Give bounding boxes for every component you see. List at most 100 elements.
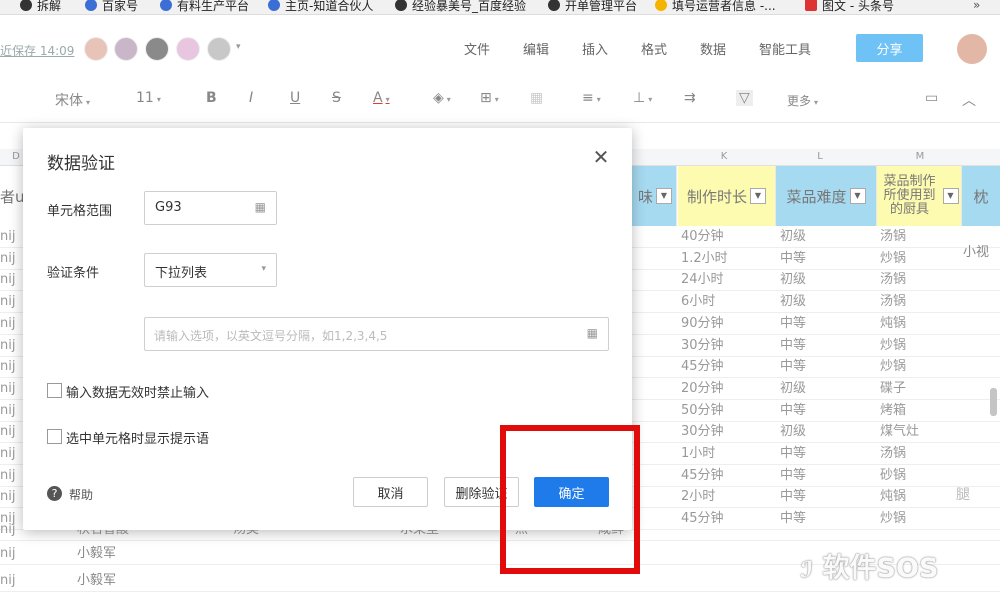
grid-cell[interactable]: nij — [0, 570, 15, 591]
bookmarks-overflow-icon[interactable]: » — [973, 0, 980, 14]
grid-cell[interactable]: 汤锅 — [880, 226, 906, 247]
grid-cell[interactable]: 汤锅 — [880, 443, 906, 464]
column-letter[interactable]: K — [714, 149, 734, 165]
grid-cell[interactable]: 1小时 — [681, 443, 715, 464]
grid-cell[interactable]: nij — [0, 248, 15, 269]
column-letter[interactable]: M — [910, 149, 930, 165]
grid-cell[interactable]: 初级 — [780, 269, 806, 290]
collaborator-avatar[interactable] — [145, 37, 169, 61]
bookmark-item[interactable]: 图文 - 头条号 — [805, 0, 894, 14]
grid-cell[interactable]: 初级 — [780, 421, 806, 442]
italic-button[interactable]: I — [249, 90, 253, 106]
grid-cell[interactable]: 煤气灶 — [880, 421, 919, 442]
grid-cell[interactable]: 30分钟 — [681, 421, 724, 442]
grid-cell[interactable]: 初级 — [780, 226, 806, 247]
grid-cell[interactable]: 中等 — [780, 465, 806, 486]
grid-cell[interactable]: nij — [0, 486, 15, 507]
grid-cell[interactable]: 45分钟 — [681, 356, 724, 377]
header-cell-tool[interactable]: 菜品制作所使用到的厨具 ▼ — [877, 166, 962, 226]
grid-cell[interactable]: 2小时 — [681, 486, 715, 507]
grid-cell[interactable]: nij — [0, 519, 15, 540]
font-family-select[interactable]: 宋体 ▾ — [55, 90, 90, 110]
grid-cell[interactable]: nij — [0, 269, 15, 290]
filter-dropdown-icon[interactable]: ▼ — [656, 188, 672, 204]
more-button[interactable]: 更多 ▾ — [787, 92, 818, 109]
condition-select[interactable]: 下拉列表 ▾ — [144, 253, 277, 287]
bookmark-item[interactable]: 填号运营者信息 -... — [655, 0, 776, 14]
saved-status[interactable]: 近保存 14:09 — [0, 42, 74, 59]
grid-cell[interactable]: 90分钟 — [681, 313, 724, 334]
bookmark-item[interactable]: 拆解 — [20, 0, 61, 14]
comment-icon[interactable]: ▭ — [925, 90, 938, 106]
grid-cell[interactable]: 初级 — [780, 378, 806, 399]
grid-cell[interactable]: 中等 — [780, 248, 806, 269]
menu-smart-tools[interactable]: 智能工具 — [759, 39, 811, 58]
filter-dropdown-icon[interactable]: ▼ — [942, 188, 959, 204]
font-color-button[interactable]: A ▾ — [373, 90, 390, 106]
bookmark-item[interactable]: 开单管理平台 — [548, 0, 637, 14]
grid-cell[interactable]: nij — [0, 291, 15, 312]
grid-cell[interactable]: nij — [0, 378, 15, 399]
options-input[interactable]: 请输入选项，以英文逗号分隔，如1,2,3,4,5 ▦ — [144, 317, 609, 351]
collaborator-avatar[interactable] — [84, 37, 108, 61]
grid-cell[interactable]: 中等 — [780, 356, 806, 377]
grid-cell[interactable]: 初级 — [780, 291, 806, 312]
grid-cell[interactable]: nij — [0, 313, 15, 334]
reject-invalid-label[interactable]: 输入数据无效时禁止输入 — [66, 382, 209, 401]
grid-cell[interactable]: 碟子 — [880, 378, 906, 399]
grid-select-icon[interactable]: ▦ — [255, 200, 266, 214]
collaborator-avatar[interactable] — [176, 37, 200, 61]
grid-cell[interactable]: 40分钟 — [681, 226, 724, 247]
header-cell-time[interactable]: 制作时长 ▼ — [678, 166, 776, 226]
bold-button[interactable]: B — [206, 90, 217, 106]
grid-cell[interactable]: 炒锅 — [880, 335, 906, 356]
collapse-icon[interactable]: ︿ — [962, 90, 976, 110]
grid-cell[interactable]: 腿 — [956, 485, 970, 506]
grid-cell[interactable]: nij — [0, 356, 15, 377]
bookmark-item[interactable]: 有料生产平台 — [160, 0, 249, 14]
header-cell-difficulty[interactable]: 菜品难度 ▼ — [776, 166, 877, 226]
filter-dropdown-icon[interactable]: ▼ — [849, 188, 866, 204]
grid-cell[interactable]: 20分钟 — [681, 378, 724, 399]
grid-cell[interactable]: 中等 — [780, 313, 806, 334]
menu-insert[interactable]: 插入 — [582, 39, 608, 58]
vertical-scrollbar[interactable] — [990, 388, 997, 416]
chevron-down-icon[interactable]: ▾ — [236, 42, 241, 52]
user-avatar[interactable] — [957, 34, 987, 64]
grid-cell[interactable]: 炒锅 — [880, 356, 906, 377]
strikethrough-button[interactable]: S — [332, 90, 341, 106]
range-input[interactable]: G93 ▦ — [144, 191, 277, 225]
grid-cell[interactable]: 中等 — [780, 400, 806, 421]
grid-cell[interactable]: 中等 — [780, 486, 806, 507]
grid-cell[interactable]: nij — [0, 465, 15, 486]
grid-cell[interactable]: nij — [0, 421, 15, 442]
help-icon[interactable]: ? — [47, 486, 62, 501]
merge-cells-icon[interactable]: ▦ — [530, 90, 543, 106]
show-hint-checkbox[interactable] — [47, 429, 62, 444]
bookmark-item[interactable]: 百家号 — [85, 0, 138, 14]
close-icon[interactable]: ✕ — [592, 147, 610, 167]
align-horizontal-icon[interactable]: ≡ ▾ — [582, 90, 601, 106]
grid-cell[interactable]: 汤锅 — [880, 269, 906, 290]
font-size-select[interactable]: 11 ▾ — [136, 90, 161, 106]
grid-cell[interactable]: 30分钟 — [681, 335, 724, 356]
underline-button[interactable]: U — [290, 90, 300, 106]
align-vertical-icon[interactable]: ⊥ ▾ — [633, 90, 652, 106]
grid-cell[interactable]: 中等 — [780, 335, 806, 356]
grid-select-icon[interactable]: ▦ — [587, 326, 598, 340]
show-hint-label[interactable]: 选中单元格时显示提示语 — [66, 428, 209, 447]
menu-data[interactable]: 数据 — [700, 39, 726, 58]
collaborator-avatar[interactable] — [114, 37, 138, 61]
menu-format[interactable]: 格式 — [641, 39, 667, 58]
wrap-text-icon[interactable]: ⇉ — [684, 90, 696, 106]
grid-cell[interactable]: nij — [0, 543, 15, 564]
grid-cell[interactable]: 小毅军 — [77, 543, 116, 564]
filter-icon[interactable]: ▽ — [736, 90, 753, 106]
grid-cell[interactable]: 炖锅 — [880, 313, 906, 334]
grid-cell[interactable]: 50分钟 — [681, 400, 724, 421]
grid-cell[interactable]: 小视 — [963, 242, 989, 263]
cancel-button[interactable]: 取消 — [353, 477, 428, 507]
grid-cell[interactable]: nij — [0, 443, 15, 464]
grid-cell[interactable]: 中等 — [780, 443, 806, 464]
reject-invalid-checkbox[interactable] — [47, 383, 62, 398]
